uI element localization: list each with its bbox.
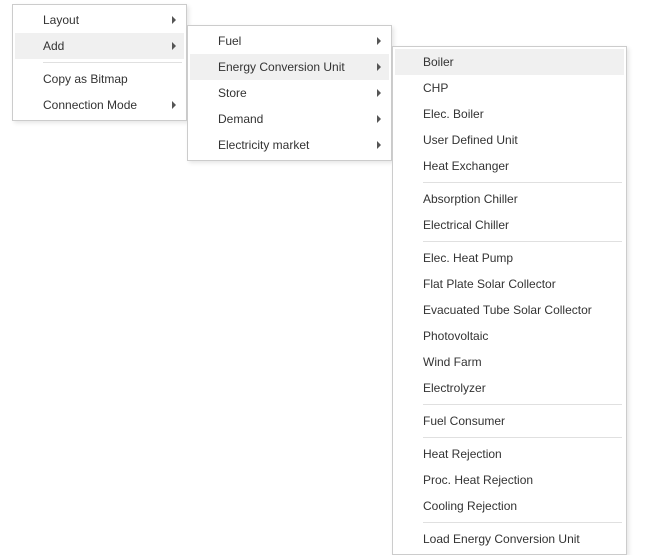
menu-item-evacuated-tube-solar-collector[interactable]: Evacuated Tube Solar Collector xyxy=(395,297,624,323)
menu-item-label: Energy Conversion Unit xyxy=(218,59,373,75)
menu-item-add[interactable]: Add xyxy=(15,33,184,59)
menu-separator xyxy=(423,404,622,405)
menu-item-store[interactable]: Store xyxy=(190,80,389,106)
menu-item-energy-conversion-unit[interactable]: Energy Conversion Unit xyxy=(190,54,389,80)
menu-item-connection-mode[interactable]: Connection Mode xyxy=(15,92,184,118)
menu-item-label: Add xyxy=(43,38,168,54)
menu-item-cooling-rejection[interactable]: Cooling Rejection xyxy=(395,493,624,519)
menu-item-copy-as-bitmap[interactable]: Copy as Bitmap xyxy=(15,66,184,92)
menu-item-label: Load Energy Conversion Unit xyxy=(423,531,616,547)
menu-item-label: Flat Plate Solar Collector xyxy=(423,276,616,292)
menu-item-electrolyzer[interactable]: Electrolyzer xyxy=(395,375,624,401)
menu-item-elec-boiler[interactable]: Elec. Boiler xyxy=(395,101,624,127)
menu-item-electrical-chiller[interactable]: Electrical Chiller xyxy=(395,212,624,238)
menu-item-heat-exchanger[interactable]: Heat Exchanger xyxy=(395,153,624,179)
menu-item-label: Cooling Rejection xyxy=(423,498,616,514)
menu-item-photovoltaic[interactable]: Photovoltaic xyxy=(395,323,624,349)
menu-item-label: Photovoltaic xyxy=(423,328,616,344)
menu-separator xyxy=(423,437,622,438)
menu-item-user-defined-unit[interactable]: User Defined Unit xyxy=(395,127,624,153)
menu-item-label: Electricity market xyxy=(218,137,373,153)
submenu-arrow-icon xyxy=(377,115,381,123)
menu-item-label: Demand xyxy=(218,111,373,127)
menu-item-label: User Defined Unit xyxy=(423,132,616,148)
submenu-arrow-icon xyxy=(377,63,381,71)
submenu-arrow-icon xyxy=(377,141,381,149)
submenu-arrow-icon xyxy=(172,42,176,50)
menu-item-layout[interactable]: Layout xyxy=(15,7,184,33)
menu-item-label: Fuel xyxy=(218,33,373,49)
menu-item-fuel[interactable]: Fuel xyxy=(190,28,389,54)
menu-item-label: Boiler xyxy=(423,54,616,70)
submenu-arrow-icon xyxy=(377,89,381,97)
menu-item-label: Heat Rejection xyxy=(423,446,616,462)
menu-item-label: Electrical Chiller xyxy=(423,217,616,233)
menu-item-boiler[interactable]: Boiler xyxy=(395,49,624,75)
menu-item-label: Elec. Boiler xyxy=(423,106,616,122)
menu-item-chp[interactable]: CHP xyxy=(395,75,624,101)
menu-separator xyxy=(423,182,622,183)
menu-item-label: Heat Exchanger xyxy=(423,158,616,174)
menu-item-fuel-consumer[interactable]: Fuel Consumer xyxy=(395,408,624,434)
submenu-arrow-icon xyxy=(172,16,176,24)
menu-separator xyxy=(423,522,622,523)
menu-item-label: Proc. Heat Rejection xyxy=(423,472,616,488)
menu-item-load-energy-conversion-unit[interactable]: Load Energy Conversion Unit xyxy=(395,526,624,552)
menu-item-label: Fuel Consumer xyxy=(423,413,616,429)
menu-item-label: Copy as Bitmap xyxy=(43,71,168,87)
menu-item-label: Store xyxy=(218,85,373,101)
context-menu-level3: Boiler CHP Elec. Boiler User Defined Uni… xyxy=(392,46,627,555)
submenu-arrow-icon xyxy=(172,101,176,109)
menu-item-absorption-chiller[interactable]: Absorption Chiller xyxy=(395,186,624,212)
menu-item-electricity-market[interactable]: Electricity market xyxy=(190,132,389,158)
context-menu-level2: Fuel Energy Conversion Unit Store Demand… xyxy=(187,25,392,161)
menu-item-demand[interactable]: Demand xyxy=(190,106,389,132)
context-menu-level1: Layout Add Copy as Bitmap Connection Mod… xyxy=(12,4,187,121)
menu-item-label: Electrolyzer xyxy=(423,380,616,396)
menu-item-wind-farm[interactable]: Wind Farm xyxy=(395,349,624,375)
menu-item-flat-plate-solar-collector[interactable]: Flat Plate Solar Collector xyxy=(395,271,624,297)
menu-item-label: Wind Farm xyxy=(423,354,616,370)
menu-item-label: Layout xyxy=(43,12,168,28)
menu-item-label: Evacuated Tube Solar Collector xyxy=(423,302,616,318)
menu-item-label: Elec. Heat Pump xyxy=(423,250,616,266)
menu-item-proc-heat-rejection[interactable]: Proc. Heat Rejection xyxy=(395,467,624,493)
menu-separator xyxy=(43,62,182,63)
submenu-arrow-icon xyxy=(377,37,381,45)
menu-item-label: Absorption Chiller xyxy=(423,191,616,207)
menu-item-elec-heat-pump[interactable]: Elec. Heat Pump xyxy=(395,245,624,271)
menu-item-label: CHP xyxy=(423,80,616,96)
menu-item-heat-rejection[interactable]: Heat Rejection xyxy=(395,441,624,467)
menu-item-label: Connection Mode xyxy=(43,97,168,113)
menu-separator xyxy=(423,241,622,242)
